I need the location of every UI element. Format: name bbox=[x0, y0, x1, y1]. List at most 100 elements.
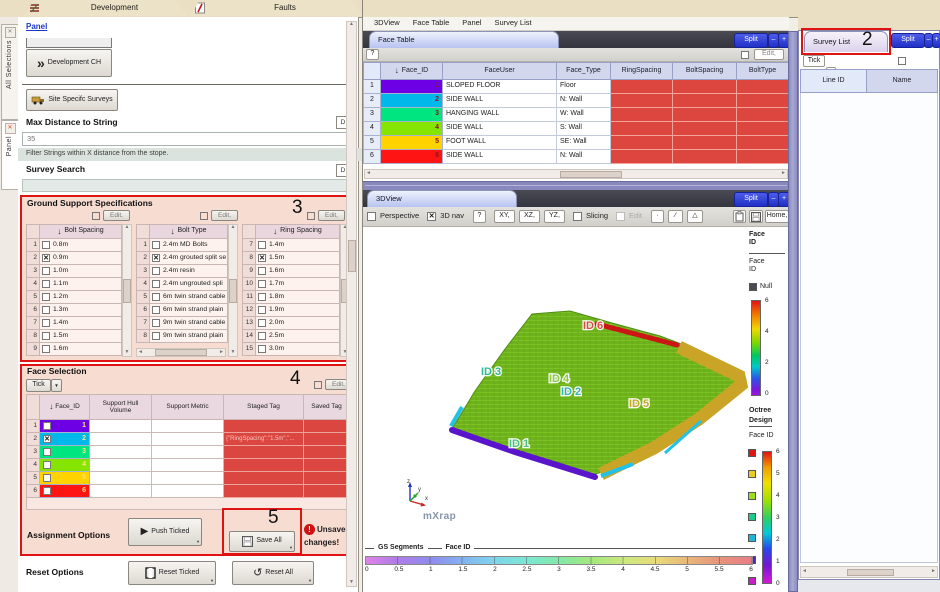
column-header[interactable]: Line ID bbox=[800, 69, 867, 93]
menu-item-3dview[interactable]: 3DView bbox=[374, 19, 400, 28]
edit-button[interactable]: Edit, bbox=[103, 210, 130, 221]
edit-checkbox[interactable] bbox=[92, 212, 100, 220]
ring-spacing-cell[interactable] bbox=[611, 122, 673, 136]
edit-checkbox[interactable] bbox=[898, 57, 906, 65]
partial-widget[interactable] bbox=[26, 38, 112, 48]
octree-face-swatch[interactable] bbox=[748, 577, 756, 585]
column-header[interactable]: RingSpacing bbox=[611, 62, 673, 80]
octree-face-swatch[interactable] bbox=[748, 513, 756, 521]
column-header[interactable]: Bolt Spacing bbox=[64, 227, 103, 235]
edit-checkbox[interactable] bbox=[307, 212, 315, 220]
scroll-thumb[interactable] bbox=[348, 240, 356, 272]
face-id-cell[interactable]: 4 bbox=[381, 122, 443, 136]
reset-ticked-button[interactable]: Reset Ticked ▼ bbox=[128, 561, 216, 585]
sort-arrow-icon[interactable]: ↓ bbox=[57, 227, 61, 236]
row-checkbox[interactable]: ✕ bbox=[152, 241, 160, 249]
row-checkbox[interactable]: ✕ bbox=[43, 448, 51, 456]
face-id-colorbar[interactable] bbox=[751, 300, 761, 396]
row-checkbox[interactable]: ✕ bbox=[42, 332, 50, 340]
help-button[interactable]: ? bbox=[366, 49, 379, 60]
row-checkbox[interactable]: ✕ bbox=[43, 422, 51, 430]
face-id-cell[interactable]: 2 bbox=[381, 94, 443, 108]
edit-checkbox[interactable] bbox=[741, 51, 749, 59]
row-checkbox[interactable]: ✕ bbox=[258, 254, 266, 262]
scroll-down-icon[interactable]: ▼ bbox=[231, 350, 236, 356]
row-checkbox[interactable]: ✕ bbox=[258, 306, 266, 314]
face-type-cell[interactable]: N: Wall bbox=[557, 150, 611, 164]
menu-item-face-table[interactable]: Face Table bbox=[413, 19, 450, 28]
ring-spacing-cell[interactable] bbox=[611, 108, 673, 122]
ring-spacing-cell[interactable] bbox=[611, 150, 673, 164]
line-tool-button[interactable]: ∕ bbox=[668, 210, 683, 223]
scroll-up-icon[interactable]: ▲ bbox=[231, 225, 236, 231]
row-checkbox[interactable]: ✕ bbox=[152, 293, 160, 301]
survey-search-input[interactable] bbox=[22, 179, 350, 192]
octree-face-swatch[interactable] bbox=[748, 470, 756, 478]
tab-faults[interactable]: Faults bbox=[190, 0, 364, 16]
vertical-scrollbar[interactable]: ▲▼ bbox=[122, 224, 132, 357]
menu-item-panel[interactable]: Panel bbox=[462, 19, 481, 28]
tick-dropdown[interactable]: Tick bbox=[26, 379, 51, 392]
bolt-type-cell[interactable] bbox=[737, 94, 789, 108]
bolt-spacing-cell[interactable] bbox=[673, 94, 737, 108]
scroll-thumb[interactable] bbox=[847, 569, 894, 576]
bolt-spacing-cell[interactable] bbox=[673, 80, 737, 94]
face-type-cell[interactable]: S: Wall bbox=[557, 122, 611, 136]
face-id-cell[interactable]: ✕ 5 bbox=[40, 472, 90, 485]
row-checkbox[interactable]: ✕ bbox=[152, 306, 160, 314]
slicing-checkbox[interactable]: ✕ bbox=[573, 212, 582, 221]
vertical-scrollbar[interactable]: ▲▼ bbox=[228, 224, 238, 357]
split-button[interactable]: Split bbox=[734, 33, 768, 48]
edit-button[interactable]: Edit, bbox=[318, 210, 345, 221]
row-checkbox[interactable]: ✕ bbox=[42, 241, 50, 249]
face-id-cell[interactable]: 5 bbox=[381, 136, 443, 150]
row-checkbox[interactable]: ✕ bbox=[152, 254, 160, 262]
face-id-cell[interactable]: ✕ 2 bbox=[40, 433, 90, 446]
point-tool-button[interactable]: · bbox=[651, 210, 664, 223]
scroll-left-icon[interactable]: ◄ bbox=[802, 569, 807, 575]
scroll-down-icon[interactable]: ▼ bbox=[349, 580, 354, 586]
triangle-tool-button[interactable]: △ bbox=[687, 210, 703, 223]
panel-link[interactable]: Panel bbox=[26, 22, 47, 31]
column-header[interactable]: Bolt Type bbox=[177, 227, 206, 235]
clipboard-button[interactable] bbox=[733, 210, 746, 223]
face-id-cell[interactable]: 6 bbox=[381, 150, 443, 164]
mesh-green-surface[interactable] bbox=[452, 311, 742, 475]
help-button[interactable]: ? bbox=[473, 210, 486, 223]
bolt-spacing-cell[interactable] bbox=[673, 136, 737, 150]
column-header[interactable]: BoltSpacing bbox=[673, 62, 737, 80]
face-user-cell[interactable]: SIDE WALL bbox=[443, 122, 557, 136]
row-checkbox[interactable]: ✕ bbox=[258, 293, 266, 301]
bolt-type-cell[interactable] bbox=[737, 108, 789, 122]
row-checkbox[interactable]: ✕ bbox=[42, 293, 50, 301]
close-icon[interactable]: ✕ bbox=[5, 123, 16, 134]
bolt-type-cell[interactable] bbox=[737, 136, 789, 150]
octree-face-swatch[interactable] bbox=[748, 492, 756, 500]
row-checkbox[interactable]: ✕ bbox=[152, 319, 160, 327]
tab-development[interactable]: Development bbox=[24, 0, 188, 16]
scroll-left-icon[interactable]: ◄ bbox=[138, 350, 143, 356]
face-id-cell[interactable]: 3 bbox=[381, 108, 443, 122]
sort-arrow-icon[interactable]: ↓ bbox=[170, 227, 174, 236]
face-user-cell[interactable]: SIDE WALL bbox=[443, 150, 557, 164]
scroll-thumb[interactable] bbox=[123, 279, 131, 303]
row-checkbox[interactable]: ✕ bbox=[43, 474, 51, 482]
column-header[interactable]: FaceUser bbox=[443, 62, 557, 80]
ring-spacing-cell[interactable] bbox=[611, 136, 673, 150]
close-icon[interactable]: ✕ bbox=[5, 27, 16, 38]
legend-null-row[interactable]: Null bbox=[749, 283, 772, 291]
column-header[interactable]: Support Hull Volume bbox=[90, 394, 152, 420]
xy-view-button[interactable]: XY, bbox=[494, 210, 515, 223]
development-ch-button[interactable]: » Development CH bbox=[26, 49, 112, 77]
dock-tab-panel[interactable]: ✕ Panel bbox=[1, 120, 19, 190]
bolt-type-cell[interactable] bbox=[737, 122, 789, 136]
mesh-3d-surface[interactable]: ID 6 ID 3 ID 4 ID 2 ID 5 ID 1 bbox=[365, 229, 750, 519]
edit-checkbox[interactable] bbox=[314, 381, 322, 389]
bolt-spacing-cell[interactable] bbox=[673, 108, 737, 122]
tick-dropdown-caret[interactable]: ▼ bbox=[51, 379, 62, 392]
face-id-cell[interactable]: ✕ 4 bbox=[40, 459, 90, 472]
save-all-button[interactable]: Save All ▼ bbox=[229, 531, 295, 552]
row-checkbox[interactable]: ✕ bbox=[258, 319, 266, 327]
row-checkbox[interactable]: ✕ bbox=[152, 332, 160, 340]
row-checkbox[interactable]: ✕ bbox=[42, 319, 50, 327]
